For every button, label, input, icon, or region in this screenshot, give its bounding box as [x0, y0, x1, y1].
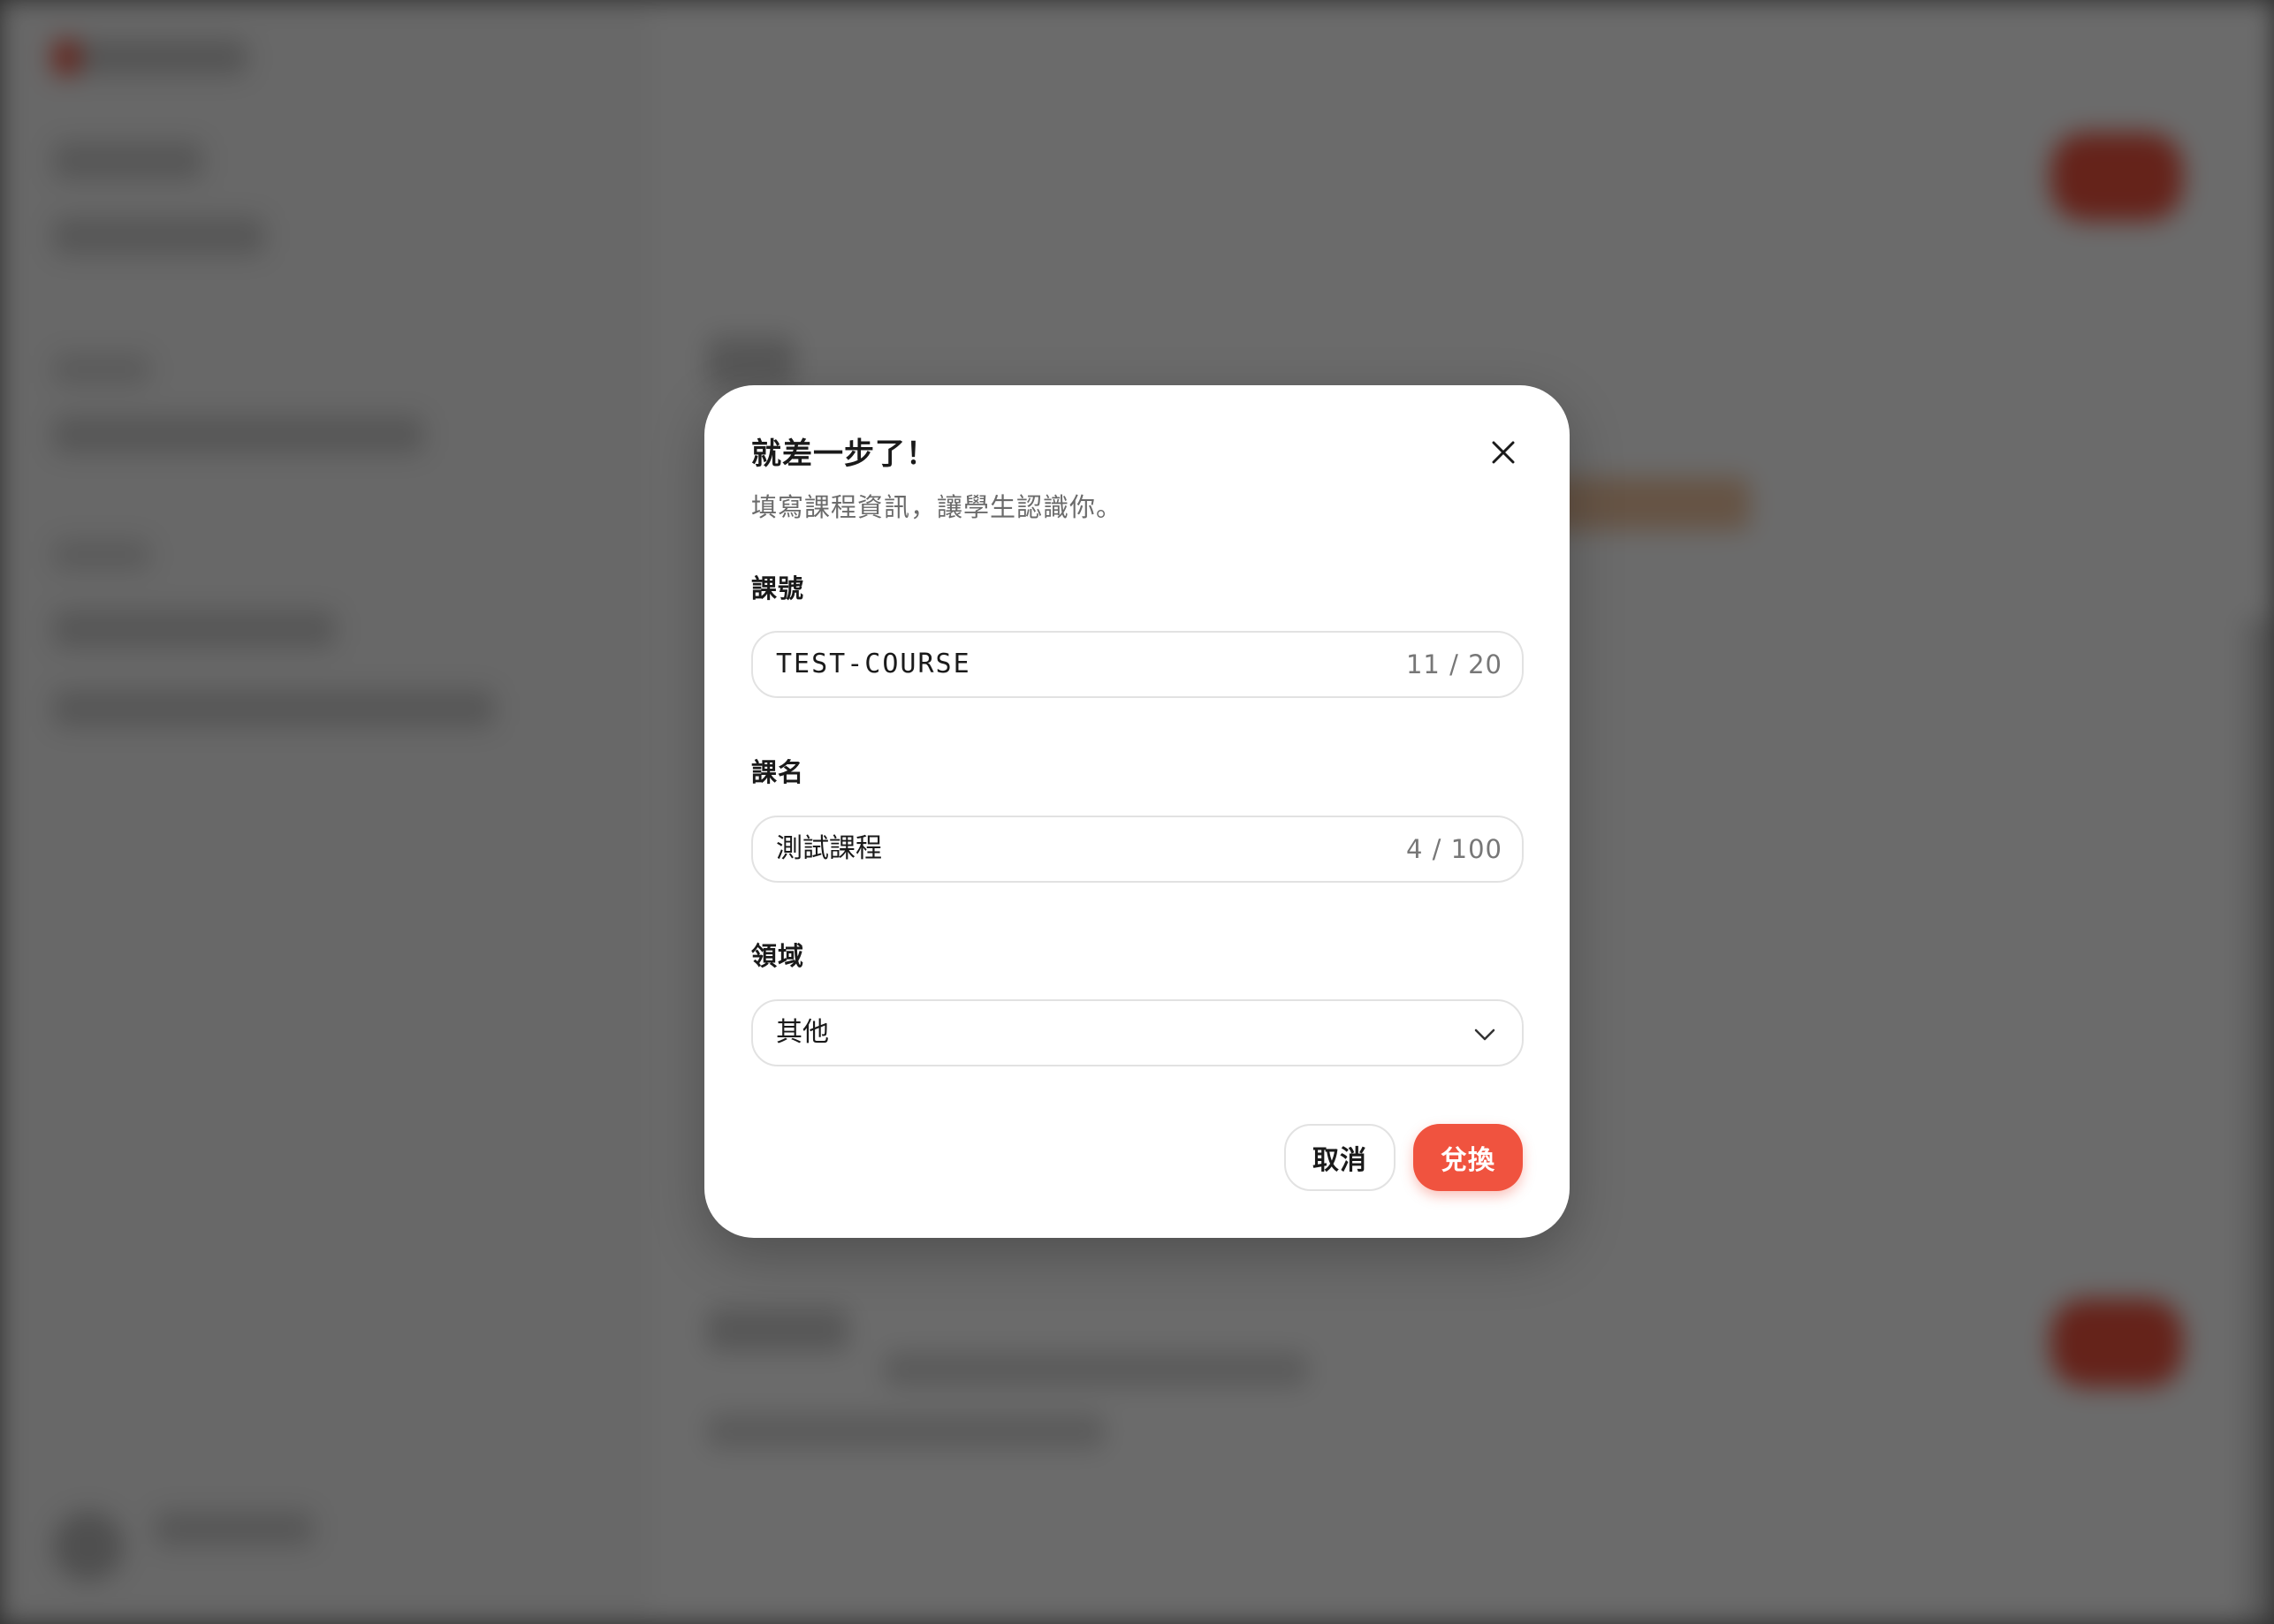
dialog-title: 就差一步了！	[751, 436, 937, 472]
course-code-input[interactable]: TEST-COURSE 11 / 20	[751, 631, 1524, 698]
domain-selected-value: 其他	[776, 1017, 829, 1048]
course-code-char-counter: 11 / 20	[1405, 649, 1502, 679]
dialog-subtitle: 填寫課程資訊，讓學生認識你。	[751, 492, 1123, 522]
close-button[interactable]	[1482, 431, 1525, 474]
course-name-label: 課名	[751, 757, 805, 787]
course-code-value: TEST-COURSE	[776, 649, 971, 679]
course-name-char-counter: 4 / 100	[1405, 834, 1502, 864]
course-info-dialog: 就差一步了！ 填寫課程資訊，讓學生認識你。 課號 TEST-COURSE 11 …	[704, 385, 1570, 1238]
chevron-down-icon	[1474, 1028, 1495, 1041]
redeem-button[interactable]: 兌換	[1413, 1124, 1523, 1191]
close-icon	[1492, 441, 1515, 464]
domain-select[interactable]: 其他	[751, 999, 1524, 1066]
domain-label: 領域	[751, 941, 805, 971]
course-name-input[interactable]: 測試課程 4 / 100	[751, 816, 1524, 883]
course-name-value: 測試課程	[776, 833, 882, 864]
cancel-button[interactable]: 取消	[1284, 1124, 1396, 1191]
course-code-label: 課號	[751, 573, 805, 603]
